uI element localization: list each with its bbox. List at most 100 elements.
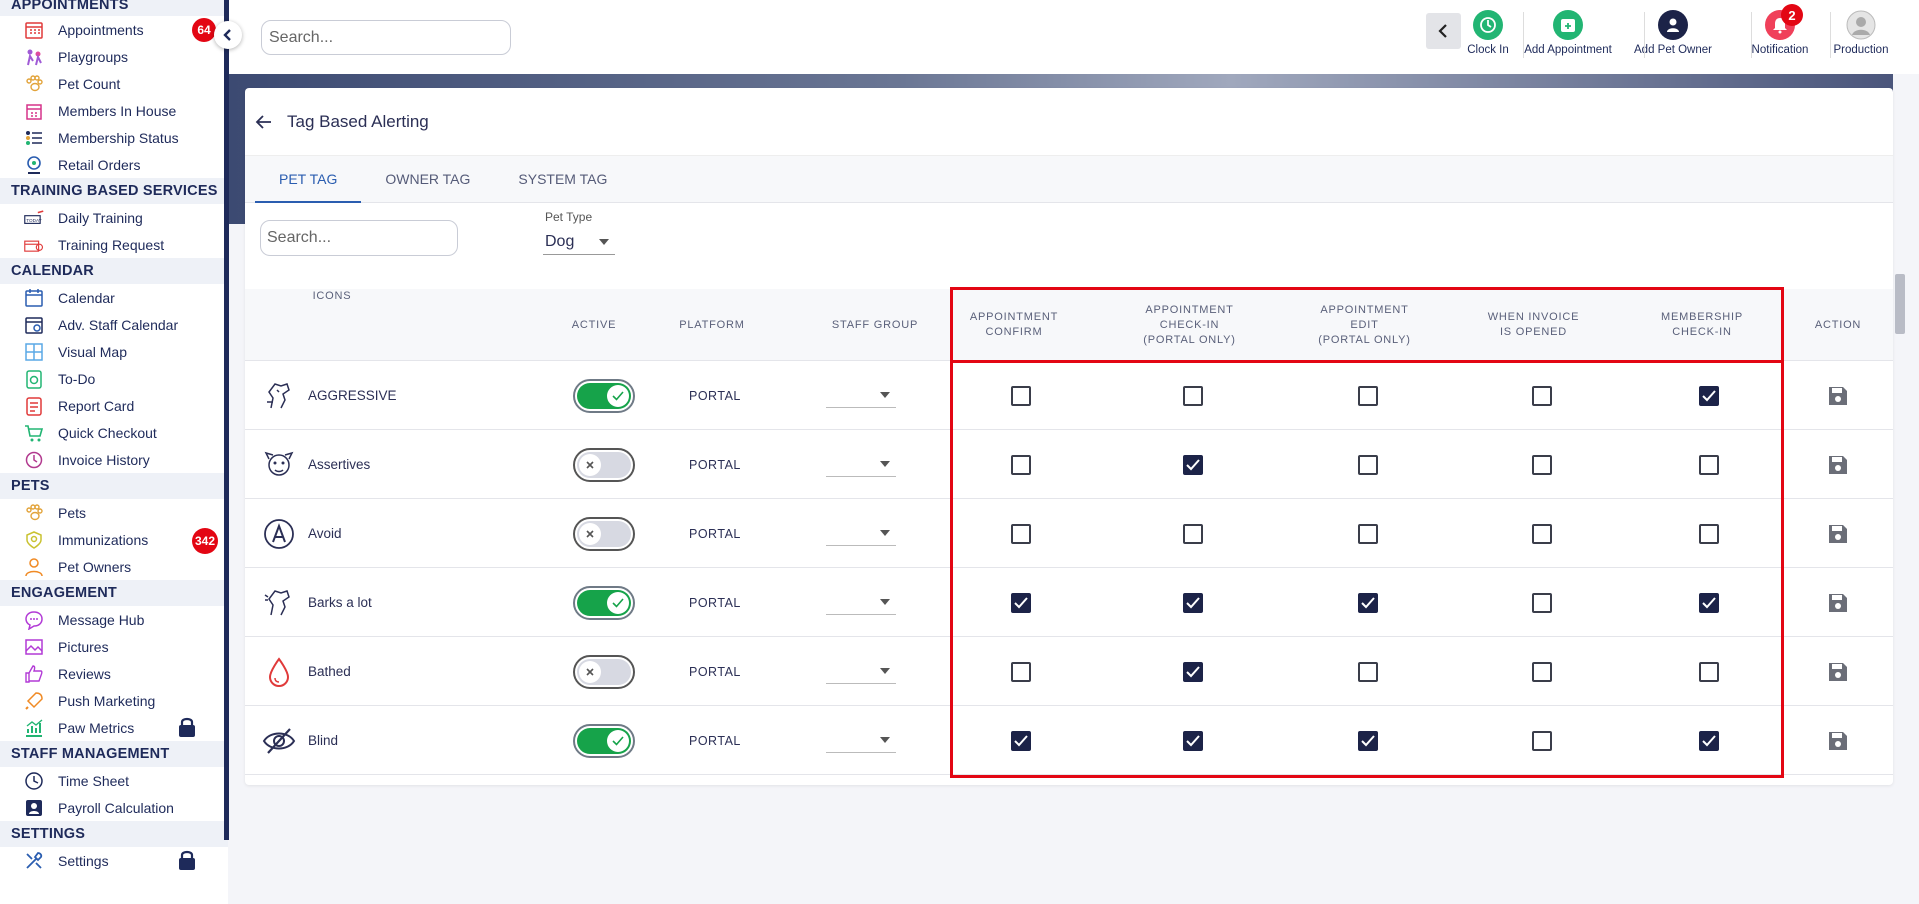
column-header-active: ACTIVE <box>545 289 643 361</box>
alert-checkbox[interactable] <box>1011 661 1031 682</box>
save-icon[interactable] <box>1826 522 1850 546</box>
alert-checkbox[interactable] <box>1532 592 1552 613</box>
sidebar-item-playgroups[interactable]: Playgroups <box>0 43 228 70</box>
alert-checkbox[interactable] <box>1358 592 1378 613</box>
active-toggle[interactable] <box>573 654 635 689</box>
alert-checkbox[interactable] <box>1183 523 1203 544</box>
action-cell <box>1826 430 1850 499</box>
header-action-add-pet-owner[interactable]: Add Pet Owner <box>1623 10 1723 60</box>
alert-checkbox[interactable] <box>1699 523 1719 544</box>
staff-group-select[interactable] <box>826 660 896 684</box>
tag-name: AGGRESSIVE <box>308 388 397 403</box>
header-divider <box>1523 12 1524 58</box>
sidebar-item-time-sheet[interactable]: Time Sheet <box>0 767 228 794</box>
sidebar-item-calendar[interactable]: Calendar <box>0 284 228 311</box>
active-toggle[interactable] <box>573 723 635 758</box>
alert-checkbox[interactable] <box>1183 385 1203 406</box>
sidebar-item-payroll-calculation[interactable]: Payroll Calculation <box>0 794 228 821</box>
alert-checkbox[interactable] <box>1699 661 1719 682</box>
sidebar-item-quick-checkout[interactable]: Quick Checkout <box>0 419 228 446</box>
sidebar-item-message-hub[interactable]: Message Hub <box>0 606 228 633</box>
alert-checkbox[interactable] <box>1183 730 1203 751</box>
header-action-production[interactable]: Production <box>1811 10 1911 60</box>
sidebar-item-immunizations[interactable]: Immunizations 342 <box>0 526 228 554</box>
tab-owner-tag[interactable]: OWNER TAG <box>361 156 494 203</box>
alert-checkbox[interactable] <box>1532 385 1552 406</box>
global-search-input[interactable]: Search... <box>261 20 511 55</box>
alert-checkbox[interactable] <box>1011 523 1031 544</box>
page-scrollbar[interactable] <box>1893 74 1919 904</box>
alert-checkbox[interactable] <box>1699 454 1719 475</box>
sidebar-item-visual-map[interactable]: Visual Map <box>0 338 228 365</box>
sidebar-item-invoice-history[interactable]: Invoice History <box>0 446 228 473</box>
sidebar-item-daily-training[interactable]: TODAY Daily Training <box>0 204 228 231</box>
sidebar-item-pets[interactable]: Pets <box>0 499 228 526</box>
alert-checkbox[interactable] <box>1532 454 1552 475</box>
sidebar-item-appointments[interactable]: Appointments 64 <box>0 16 228 43</box>
tab-pet-tag[interactable]: PET TAG <box>255 156 362 203</box>
sidebar-item-push-marketing[interactable]: Push Marketing <box>0 687 228 714</box>
save-icon[interactable] <box>1826 453 1850 477</box>
alert-checkbox[interactable] <box>1358 730 1378 751</box>
pet-type-select[interactable]: Dog <box>543 229 615 255</box>
active-toggle[interactable] <box>573 585 635 620</box>
sidebar-item-to-do[interactable]: To-Do <box>0 365 228 392</box>
alert-checkbox[interactable] <box>1532 523 1552 544</box>
alert-checkbox[interactable] <box>1358 454 1378 475</box>
sidebar-item-reviews[interactable]: Reviews <box>0 660 228 687</box>
header-action-add-appointment[interactable]: Add Appointment <box>1518 10 1618 60</box>
alert-checkbox[interactable] <box>1699 730 1719 751</box>
sidebar-collapse-button[interactable] <box>214 21 242 49</box>
action-cell <box>1826 361 1850 430</box>
alert-checkbox[interactable] <box>1358 661 1378 682</box>
alert-checkbox[interactable] <box>1011 454 1031 475</box>
sidebar-item-pictures[interactable]: Pictures <box>0 633 228 660</box>
save-icon[interactable] <box>1826 384 1850 408</box>
save-icon[interactable] <box>1826 729 1850 753</box>
alert-checkbox[interactable] <box>1183 592 1203 613</box>
staff-group-select[interactable] <box>826 729 896 753</box>
tag-search-input[interactable]: Search... <box>260 220 458 256</box>
alert-checkbox[interactable] <box>1532 661 1552 682</box>
alert-checkbox[interactable] <box>1699 592 1719 613</box>
staff-group-select[interactable] <box>826 522 896 546</box>
staff-group-cell <box>826 637 896 706</box>
staff-group-select[interactable] <box>826 384 896 408</box>
column-header-invoice-opened: WHEN INVOICE IS OPENED <box>1471 289 1596 361</box>
sidebar-item-retail-orders[interactable]: Retail Orders <box>0 151 228 178</box>
sidebar-item-settings[interactable]: Settings <box>0 847 228 874</box>
payroll-icon <box>24 798 44 818</box>
save-icon[interactable] <box>1826 591 1850 615</box>
alert-checkbox[interactable] <box>1358 385 1378 406</box>
clock-icon <box>24 771 44 791</box>
alert-checkbox[interactable] <box>1011 592 1031 613</box>
save-icon[interactable] <box>1826 660 1850 684</box>
alert-checkbox[interactable] <box>1532 730 1552 751</box>
sidebar-item-pet-owners[interactable]: Pet Owners <box>0 553 228 580</box>
sidebar-item-report-card[interactable]: Report Card <box>0 392 228 419</box>
alert-checkbox[interactable] <box>1011 385 1031 406</box>
alert-checkbox[interactable] <box>1011 730 1031 751</box>
sidebar-item-adv-staff-calendar[interactable]: Adv. Staff Calendar <box>0 311 228 338</box>
alert-checkbox-cell <box>1183 361 1203 430</box>
staff-group-select[interactable] <box>826 591 896 615</box>
sidebar-item-pet-count[interactable]: Pet Count <box>0 70 228 97</box>
tab-system-tag[interactable]: SYSTEM TAG <box>494 156 631 203</box>
active-toggle[interactable] <box>573 378 635 413</box>
retail-icon <box>24 155 44 175</box>
alert-checkbox[interactable] <box>1183 661 1203 682</box>
active-cell <box>573 568 635 637</box>
active-toggle[interactable] <box>573 447 635 482</box>
alert-checkbox[interactable] <box>1183 454 1203 475</box>
sidebar-item-members-in-house[interactable]: Members In House <box>0 97 228 124</box>
tag-tabs: PET TAG OWNER TAG SYSTEM TAG <box>245 156 1893 203</box>
sidebar-item-training-request[interactable]: Training Request <box>0 231 228 258</box>
active-toggle[interactable] <box>573 516 635 551</box>
sidebar-item-label: Pet Count <box>58 75 121 92</box>
alert-checkbox[interactable] <box>1358 523 1378 544</box>
sidebar-item-membership-status[interactable]: Membership Status <box>0 124 228 151</box>
sidebar-item-paw-metrics[interactable]: Paw Metrics <box>0 714 228 741</box>
staff-group-select[interactable] <box>826 453 896 477</box>
back-arrow-icon[interactable] <box>255 113 273 131</box>
alert-checkbox[interactable] <box>1699 385 1719 406</box>
